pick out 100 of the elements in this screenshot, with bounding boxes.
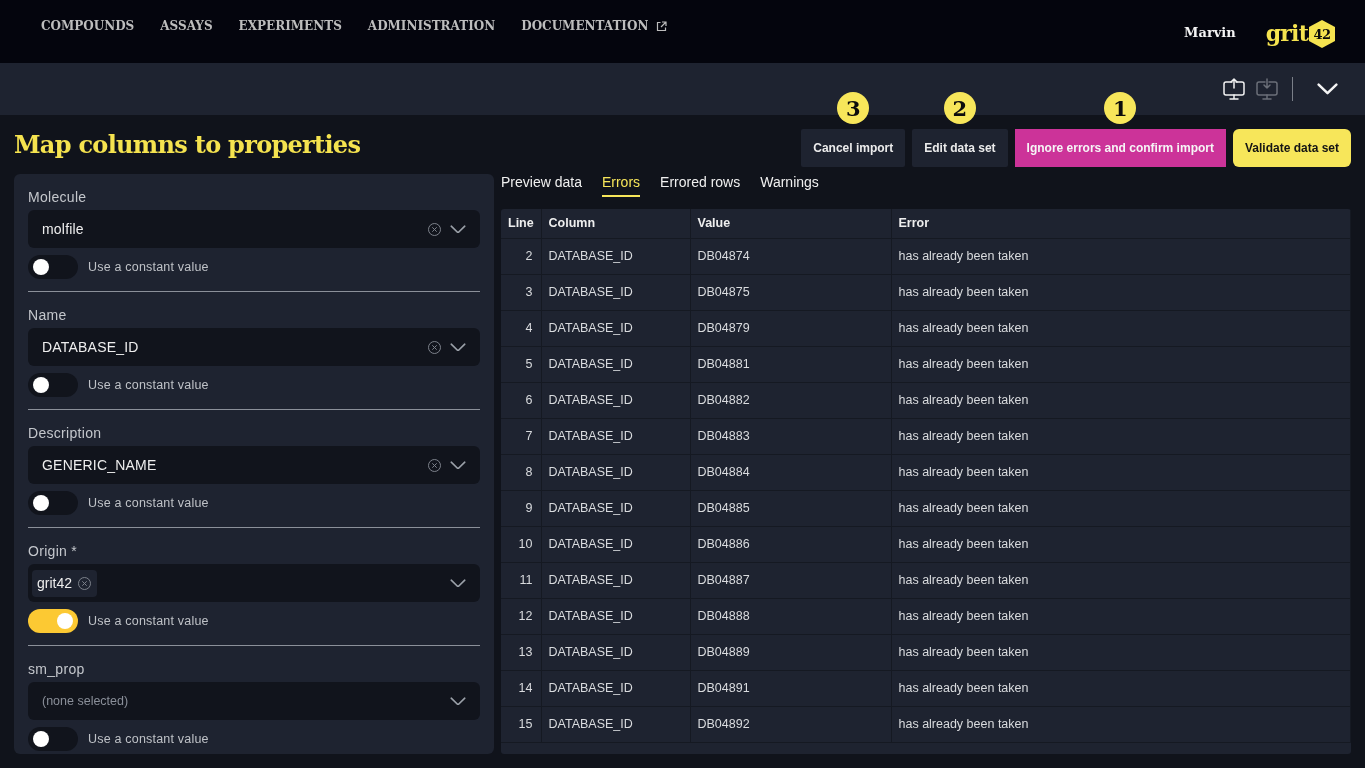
chevron-down-icon[interactable] [450, 696, 466, 706]
table-cell: 2 [501, 238, 541, 274]
toggle-switch[interactable] [28, 255, 78, 279]
table-cell: DB04889 [690, 634, 891, 670]
external-link-icon [656, 20, 668, 32]
chevron-down-icon[interactable] [450, 460, 466, 470]
select-value: GENERIC_NAME [42, 457, 158, 473]
table-cell: has already been taken [891, 346, 1351, 382]
table-cell: DB04886 [690, 526, 891, 562]
tab[interactable]: Preview data [501, 174, 582, 197]
monitor-upload-icon[interactable] [1223, 78, 1245, 100]
field-label: Description [28, 424, 103, 442]
table-cell: 15 [501, 706, 541, 742]
action-button[interactable]: Ignore errors and confirm import [1014, 129, 1226, 167]
select-value: DATABASE_ID [42, 339, 140, 355]
table-cell: has already been taken [891, 670, 1351, 706]
table-cell: DATABASE_ID [541, 562, 690, 598]
column-header[interactable]: Value [690, 209, 891, 238]
table-cell: has already been taken [891, 634, 1351, 670]
table-cell: DB04882 [690, 382, 891, 418]
table-cell: DATABASE_ID [541, 346, 690, 382]
table-cell: 13 [501, 634, 541, 670]
table-cell: DATABASE_ID [541, 526, 690, 562]
table-cell: 8 [501, 454, 541, 490]
table-cell: has already been taken [891, 490, 1351, 526]
user-name[interactable]: Marvin [1184, 25, 1236, 40]
table-cell: 11 [501, 562, 541, 598]
table-cell: 12 [501, 598, 541, 634]
table-cell: DATABASE_ID [541, 274, 690, 310]
toggle-label: Use a constant value [88, 378, 209, 392]
tab[interactable]: Errors [601, 174, 641, 197]
column-header[interactable]: Error [891, 209, 1351, 238]
logo-wordmark: grit [1265, 19, 1308, 46]
table-cell: DB04891 [690, 670, 891, 706]
column-header[interactable]: Column [541, 209, 690, 238]
chevron-down-icon[interactable] [450, 224, 466, 234]
select-field[interactable]: grit42 [28, 564, 480, 602]
toggle-switch[interactable] [28, 491, 78, 515]
selected-tag: grit42 [32, 569, 98, 597]
toggle-switch[interactable] [28, 373, 78, 397]
toggle-switch[interactable] [28, 727, 78, 751]
action-button[interactable]: Cancel import [801, 129, 906, 167]
tab[interactable]: Errored rows [660, 174, 741, 197]
select-field[interactable]: DATABASE_ID [28, 328, 480, 366]
nav-link[interactable]: COMPOUNDS [41, 19, 135, 33]
table-cell: 4 [501, 310, 541, 346]
table-cell: 14 [501, 670, 541, 706]
table-cell: has already been taken [891, 238, 1351, 274]
table-cell: DB04887 [690, 562, 891, 598]
table-cell: DATABASE_ID [541, 706, 690, 742]
table-cell: DB04885 [690, 490, 891, 526]
field-label: Origin * [28, 542, 79, 560]
page-title: Map columns to properties [14, 130, 361, 160]
table-cell: DB04884 [690, 454, 891, 490]
table-cell: DB04883 [690, 418, 891, 454]
table-cell: has already been taken [891, 706, 1351, 742]
nav-link[interactable]: ASSAYS [160, 19, 213, 33]
field-label: Molecule [28, 188, 88, 206]
action-button[interactable]: Edit data set [912, 129, 1008, 167]
field-label: Name [28, 306, 68, 324]
action-button[interactable]: Validate data set [1232, 129, 1351, 167]
clear-icon[interactable] [428, 458, 441, 472]
table-cell: DB04875 [690, 274, 891, 310]
select-field[interactable]: GENERIC_NAME [28, 446, 480, 484]
select-field[interactable]: (none selected) [28, 682, 480, 720]
table-cell: has already been taken [891, 274, 1351, 310]
table-cell: has already been taken [891, 526, 1351, 562]
table-cell: has already been taken [891, 418, 1351, 454]
table-cell: has already been taken [891, 310, 1351, 346]
select-field[interactable]: molfile [28, 210, 480, 248]
toggle-switch[interactable] [28, 609, 78, 633]
table-cell: 9 [501, 490, 541, 526]
table-cell: DATABASE_ID [541, 382, 690, 418]
table-cell: DB04892 [690, 706, 891, 742]
chevron-down-icon[interactable] [450, 342, 466, 352]
clear-icon[interactable] [428, 222, 441, 236]
column-header[interactable]: Line [501, 209, 541, 238]
table-cell: 6 [501, 382, 541, 418]
nav-link[interactable]: DOCUMENTATION [521, 19, 668, 33]
callout-number: 3 [837, 92, 870, 124]
table-cell: DATABASE_ID [541, 418, 690, 454]
nav-link[interactable]: ADMINISTRATION [367, 19, 496, 33]
table-cell: DATABASE_ID [541, 238, 690, 274]
toggle-label: Use a constant value [88, 260, 209, 274]
clear-icon[interactable] [78, 576, 92, 590]
nav-link[interactable]: EXPERIMENTS [238, 19, 342, 33]
table-cell: 5 [501, 346, 541, 382]
table-cell: DB04881 [690, 346, 891, 382]
table-cell: has already been taken [891, 562, 1351, 598]
tab[interactable]: Warnings [760, 174, 819, 197]
table-cell: DATABASE_ID [541, 310, 690, 346]
table-cell: 10 [501, 526, 541, 562]
table-cell: 3 [501, 274, 541, 310]
table-cell: DATABASE_ID [541, 670, 690, 706]
table-cell: DB04874 [690, 238, 891, 274]
table-cell: DB04879 [690, 310, 891, 346]
table-cell: 7 [501, 418, 541, 454]
chevron-down-icon[interactable] [450, 578, 466, 588]
table-cell: DATABASE_ID [541, 490, 690, 526]
clear-icon[interactable] [428, 340, 441, 354]
